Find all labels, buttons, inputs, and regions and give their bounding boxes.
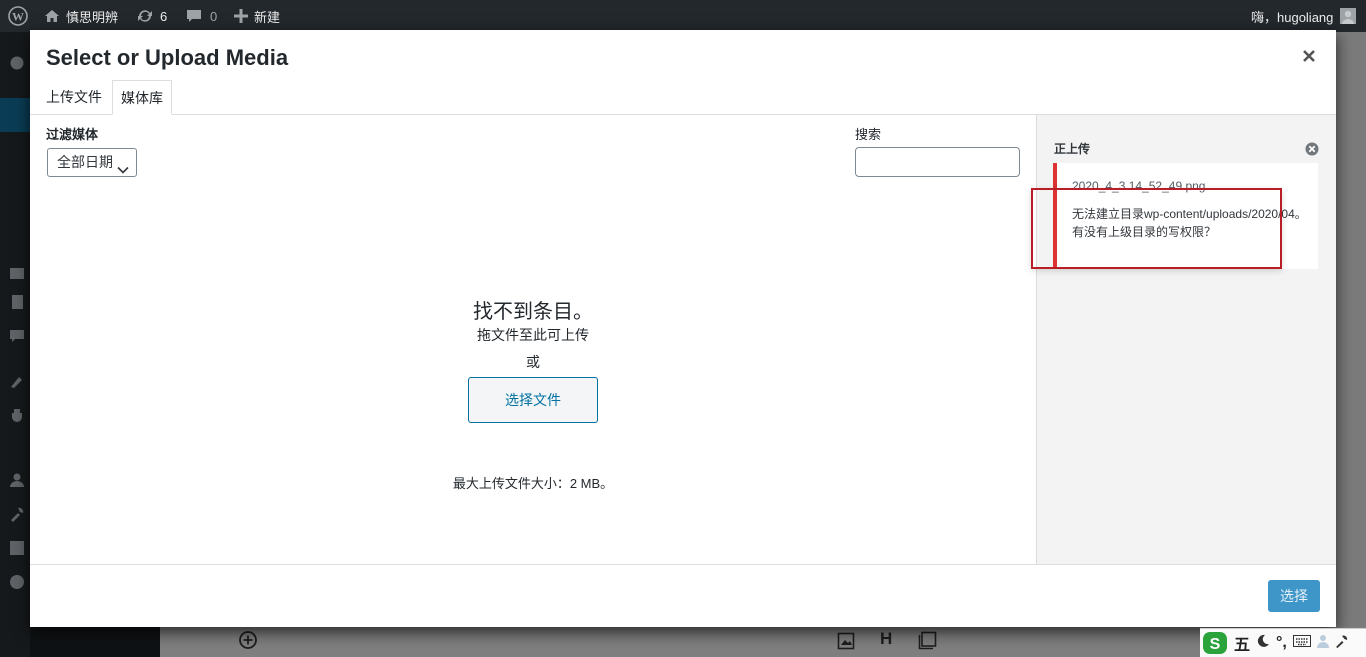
max-upload-size: 最大上传文件大小：2 MB。	[452, 476, 614, 491]
tools-icon[interactable]	[1335, 634, 1349, 653]
search-input[interactable]	[855, 147, 1020, 177]
svg-text:W: W	[12, 10, 24, 24]
editor-bottom-bar: H	[160, 627, 1366, 657]
moon-icon[interactable]	[1256, 634, 1270, 653]
upload-sidebar: 正上传 2020_4_3 14_52_49.png 无法建立目录wp-conte…	[1036, 115, 1336, 564]
sogou-logo-icon[interactable]: S	[1202, 631, 1228, 655]
updates-link[interactable]: 6	[136, 0, 167, 32]
gallery-block-icon[interactable]	[918, 631, 937, 653]
editor-sidebar-background	[1336, 32, 1366, 627]
select-files-button[interactable]: 选择文件	[468, 377, 598, 423]
close-icon	[1303, 49, 1315, 65]
date-filter-select[interactable]: 全部日期	[47, 148, 137, 177]
ime-toolbar: S 五 °,	[1200, 628, 1366, 657]
error-highlight-box	[1031, 188, 1282, 269]
drag-hint: 拖文件至此可上传	[477, 327, 589, 343]
search-label: 搜索	[855, 127, 882, 142]
media-toolbar: 选择	[30, 564, 1336, 627]
date-filter-value: 全部日期	[57, 154, 113, 170]
collapse-menu-icon[interactable]	[9, 574, 25, 590]
comment-icon	[186, 8, 202, 24]
close-button[interactable]	[1296, 44, 1322, 70]
modal-title: Select or Upload Media	[46, 45, 289, 70]
tab-upload-files[interactable]: 上传文件	[38, 80, 110, 115]
heading-block-icon[interactable]: H	[880, 629, 892, 649]
or-text: 或	[526, 354, 540, 370]
plugins-icon[interactable]	[9, 408, 25, 424]
appearance-icon[interactable]	[9, 373, 25, 389]
select-button[interactable]: 选择	[1268, 580, 1320, 612]
media-modal: Select or Upload Media 上传文件 媒体库 过滤媒体 全部日…	[30, 30, 1336, 627]
comments-menu-icon[interactable]	[9, 328, 25, 344]
add-block-icon[interactable]	[238, 630, 258, 653]
dismiss-errors-icon[interactable]	[1305, 142, 1319, 156]
pages-icon[interactable]	[9, 294, 25, 310]
site-name-link[interactable]: 慎思明辨	[44, 0, 118, 32]
ime-mode-label[interactable]: 五	[1234, 631, 1250, 655]
user-icon[interactable]	[1316, 634, 1329, 653]
my-account-link[interactable]: 嗨，hugoliang	[1251, 0, 1357, 32]
greeting-label: 嗨，hugoliang	[1251, 9, 1334, 25]
uploading-label: 正上传	[1054, 142, 1091, 156]
chevron-down-icon	[117, 157, 129, 184]
keyboard-icon[interactable]	[1292, 634, 1311, 652]
updates-count: 6	[160, 8, 168, 24]
admin-menu	[0, 32, 30, 657]
tools-icon[interactable]	[9, 506, 25, 522]
wordpress-logo-icon[interactable]: W	[8, 0, 28, 32]
tab-media-library[interactable]: 媒体库	[112, 80, 172, 115]
comments-link[interactable]: 0	[186, 0, 217, 32]
plus-icon	[234, 9, 248, 23]
home-icon	[44, 8, 60, 24]
svg-text:S: S	[1210, 636, 1221, 653]
no-items-title: 找不到条目。	[473, 301, 593, 323]
site-name-label: 慎思明辨	[66, 9, 119, 25]
avatar	[1340, 8, 1357, 24]
users-icon[interactable]	[9, 472, 25, 488]
media-router-tabs: 上传文件 媒体库	[30, 80, 1336, 115]
update-icon	[136, 8, 154, 24]
settings-icon[interactable]	[9, 540, 25, 556]
punctuation-icon[interactable]: °,	[1276, 634, 1287, 652]
new-content-label: 新建	[254, 9, 281, 25]
comments-count: 0	[210, 8, 218, 24]
dashboard-icon[interactable]	[9, 54, 25, 70]
admin-bar: W 慎思明辨 6 0 新建 嗨，hugoliang	[0, 0, 1366, 32]
media-icon[interactable]	[9, 265, 25, 281]
image-block-icon[interactable]	[837, 632, 855, 653]
attachments-browser: 过滤媒体 全部日期 搜索 找不到条目。 拖文件至此可上传 或 选择文件 最大上传…	[30, 115, 1036, 564]
filter-media-label: 过滤媒体	[46, 127, 99, 142]
new-content-link[interactable]: 新建	[234, 0, 280, 32]
posts-menu-highlight[interactable]	[0, 98, 30, 132]
